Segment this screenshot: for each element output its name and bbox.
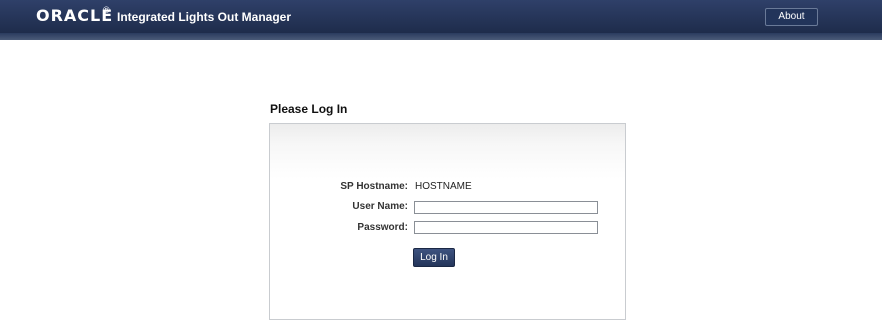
oracle-logo: ORACLE [36,6,114,25]
about-button[interactable]: About [765,8,818,26]
password-label: Password: [357,222,408,233]
app-title: Integrated Lights Out Manager [117,10,292,24]
username-field[interactable] [414,201,598,214]
masthead-shadow [0,33,882,40]
registered-mark: ® [103,5,110,15]
page-title: Please Log In [270,102,348,116]
hostname-value: HOSTNAME [415,181,472,192]
username-label: User Name: [352,201,408,212]
hostname-label: SP Hostname: [340,181,408,192]
login-button[interactable]: Log In [413,248,455,267]
masthead: ORACLE ® Integrated Lights Out Manager A… [0,0,882,40]
password-field[interactable] [414,221,598,234]
